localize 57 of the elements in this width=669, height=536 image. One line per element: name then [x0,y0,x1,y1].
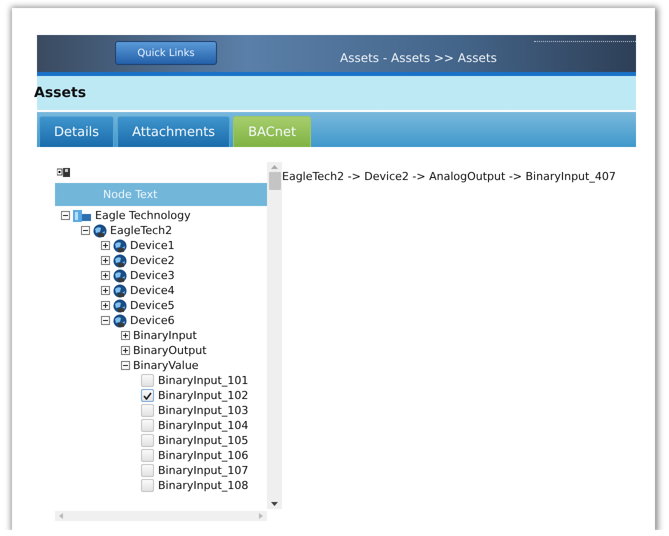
collapse-icon[interactable] [101,316,110,325]
collapse-icon[interactable] [61,211,70,220]
checkbox[interactable] [141,374,154,387]
tree-node[interactable]: Device5 [130,299,175,312]
globe-icon [113,314,127,328]
expand-icon[interactable] [101,271,110,280]
globe-icon [113,254,127,268]
collapse-icon[interactable] [121,361,130,370]
expand-icon[interactable] [121,331,130,340]
tree-node[interactable]: BinaryInput_104 [158,419,248,432]
tree-node[interactable]: BinaryInput_102 [158,389,248,402]
checkbox[interactable] [141,449,154,462]
globe-icon [113,284,127,298]
tree-node[interactable]: Device6 [130,314,175,327]
scroll-thumb[interactable] [268,172,280,190]
tree-node[interactable]: Device1 [130,239,175,252]
selected-path: EagleTech2 -> Device2 -> AnalogOutput -> BinaryInput_407 [282,170,616,183]
tree-node[interactable]: BinaryInput_107 [158,464,248,477]
column-header: Node Text [55,183,267,206]
tree-node[interactable]: BinaryInput_101 [158,374,248,387]
building-icon [73,210,92,222]
tree-node[interactable]: BinaryInput_108 [158,479,248,492]
expand-icon[interactable] [101,286,110,295]
tree-node[interactable]: EagleTech2 [110,224,172,237]
tree-node[interactable]: Device4 [130,284,175,297]
expand-icon[interactable] [101,256,110,265]
expand-icon[interactable] [101,301,110,310]
tree-node[interactable]: BinaryValue [133,359,199,372]
page-title: Assets [34,85,86,101]
collapse-icon[interactable] [81,226,90,235]
expand-icon[interactable] [121,346,130,355]
checkbox[interactable] [141,479,154,492]
quick-links-button[interactable]: Quick Links [115,41,217,65]
tab[interactable]: Attachments [117,116,230,147]
breadcrumb: Assets - Assets >> Assets [340,51,497,65]
tab[interactable]: Details [39,116,114,147]
tree-node[interactable]: BinaryInput_103 [158,404,248,417]
tree-node[interactable]: Device2 [130,254,175,267]
tree-node[interactable]: BinaryOutput [133,344,207,357]
globe-icon [93,224,107,238]
checkbox[interactable] [141,464,154,477]
checkbox[interactable] [141,434,154,447]
scroll-down-icon[interactable] [271,502,278,506]
tree-node[interactable]: Device3 [130,269,175,282]
tree-node[interactable]: BinaryInput [133,329,197,342]
checkbox[interactable] [141,404,154,417]
globe-icon [113,268,127,282]
checkbox[interactable] [141,419,154,432]
vertical-scrollbar[interactable] [267,162,282,509]
globe-icon [113,238,127,252]
checkbox[interactable] [141,389,154,402]
globe-icon [113,298,127,312]
tree-node[interactable]: BinaryInput_106 [158,449,248,462]
tree-node[interactable]: BinaryInput_105 [158,434,248,447]
tree-node[interactable]: Eagle Technology [95,209,191,222]
toolbar-icon[interactable] [57,168,71,177]
expand-icon[interactable] [101,241,110,250]
